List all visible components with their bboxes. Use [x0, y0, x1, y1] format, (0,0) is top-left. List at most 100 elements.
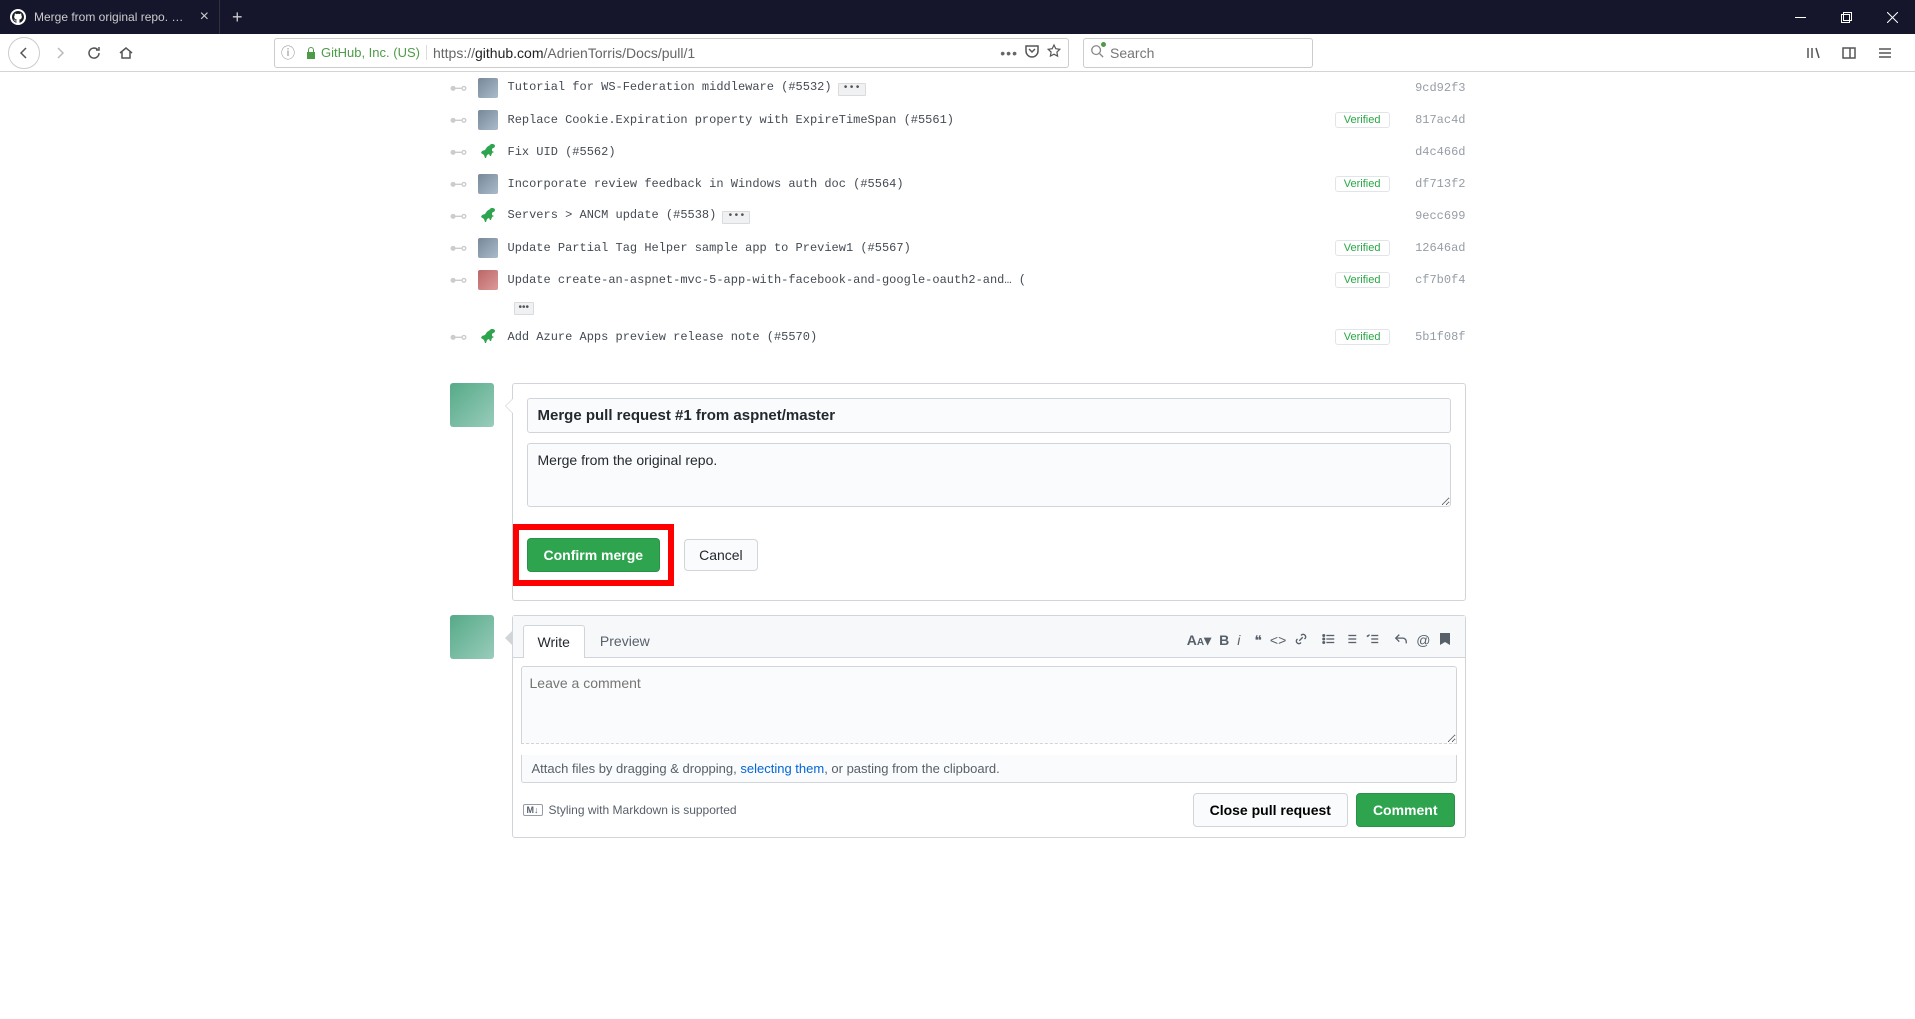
commit-row: ⊷ Fix UID (#5562)d4c466d [450, 136, 1466, 168]
library-icon[interactable] [1799, 39, 1827, 67]
quote-icon[interactable]: ❝ [1254, 632, 1262, 649]
author-avatar [478, 110, 498, 130]
url-bar[interactable]: ⓘ GitHub, Inc. (US) https://github.com/A… [274, 38, 1069, 68]
commit-hash[interactable]: 9cd92f3 [1410, 81, 1466, 95]
commit-message[interactable]: Update Partial Tag Helper sample app to … [508, 241, 1335, 255]
link-icon[interactable] [1294, 632, 1308, 649]
page-content[interactable]: ⊷ Tutorial for WS-Federation middleware (… [0, 72, 1915, 1019]
markdown-icon: M↓ [523, 804, 543, 816]
comment-toolbar: AA▾ B i ❝ <> [1187, 632, 1455, 649]
window-maximize-button[interactable] [1823, 0, 1869, 34]
commit-dot-icon: ⊷ [450, 175, 468, 193]
verified-badge: Verified [1335, 272, 1390, 288]
forward-button[interactable] [44, 37, 76, 69]
commit-hash[interactable]: df713f2 [1410, 177, 1466, 191]
commit-row: ⊷ Update create-an-aspnet-mvc-5-app-with-… [450, 264, 1466, 296]
lock-icon [305, 46, 317, 60]
bookmark-icon[interactable] [1439, 632, 1451, 649]
reply-icon[interactable] [1394, 632, 1408, 649]
url-text: https://github.com/AdrienTorris/Docs/pul… [427, 45, 1000, 61]
commit-message[interactable]: Servers > ANCM update (#5538)••• [508, 208, 1410, 224]
bookmark-star-icon[interactable] [1046, 43, 1062, 62]
commit-dot-icon: ⊷ [450, 239, 468, 257]
merge-confirm-box: Confirm merge Cancel [450, 383, 1466, 601]
page-actions-icon[interactable]: ••• [1000, 45, 1018, 61]
commit-hash[interactable]: cf7b0f4 [1410, 273, 1466, 287]
bullet-list-icon[interactable] [1322, 632, 1336, 649]
mention-icon[interactable]: @ [1416, 632, 1430, 649]
window-close-button[interactable] [1869, 0, 1915, 34]
commit-dot-icon: ⊷ [450, 328, 468, 346]
commit-hash[interactable]: d4c466d [1410, 145, 1466, 159]
commit-message[interactable]: Tutorial for WS-Federation middleware (#… [508, 80, 1410, 96]
commit-hash[interactable]: 9ecc699 [1410, 209, 1466, 223]
task-list-icon[interactable] [1366, 632, 1380, 649]
commit-message[interactable]: Incorporate review feedback in Windows a… [508, 177, 1335, 191]
browser-toolbar: ⓘ GitHub, Inc. (US) https://github.com/A… [0, 34, 1915, 72]
markdown-hint[interactable]: M↓ Styling with Markdown is supported [523, 803, 737, 817]
tab-close-button[interactable]: × [196, 8, 213, 26]
write-tab[interactable]: Write [523, 625, 585, 658]
reload-button[interactable] [80, 39, 108, 67]
author-avatar [478, 142, 498, 162]
site-info-icon[interactable]: ⓘ [281, 43, 299, 63]
commit-dot-icon: ⊷ [450, 111, 468, 129]
search-bar[interactable] [1083, 38, 1313, 68]
back-button[interactable] [8, 37, 40, 69]
italic-icon[interactable]: i [1237, 632, 1240, 649]
author-avatar [478, 327, 498, 347]
cancel-merge-button[interactable]: Cancel [684, 539, 758, 571]
author-avatar [478, 206, 498, 226]
attach-select-link[interactable]: selecting them [740, 761, 824, 776]
expand-ellipsis-button[interactable]: ••• [514, 302, 535, 315]
number-list-icon[interactable] [1344, 632, 1358, 649]
sidebar-icon[interactable] [1835, 39, 1863, 67]
bold-icon[interactable]: B [1219, 632, 1229, 649]
author-avatar [478, 174, 498, 194]
comment-textarea[interactable] [521, 666, 1457, 744]
text-size-icon[interactable]: AA▾ [1187, 632, 1211, 649]
browser-tab[interactable]: Merge from original repo. by A × [0, 0, 220, 34]
code-icon[interactable]: <> [1270, 632, 1286, 649]
user-avatar [450, 383, 494, 427]
github-favicon [10, 9, 26, 25]
preview-tab[interactable]: Preview [585, 624, 665, 657]
merge-title-input[interactable] [527, 398, 1451, 433]
menu-icon[interactable] [1871, 39, 1899, 67]
merge-description-input[interactable] [527, 443, 1451, 507]
commit-hash[interactable]: 5b1f08f [1410, 330, 1466, 344]
comment-box: Write Preview AA▾ B i ❝ <> [450, 615, 1466, 838]
commit-message[interactable]: Update create-an-aspnet-mvc-5-app-with-f… [508, 273, 1335, 287]
author-avatar [478, 270, 498, 290]
commit-hash[interactable]: 12646ad [1410, 241, 1466, 255]
commit-row: ⊷ Servers > ANCM update (#5538)•••9ecc699 [450, 200, 1466, 232]
new-tab-button[interactable]: + [220, 7, 255, 28]
tab-title: Merge from original repo. by A [34, 10, 190, 24]
pocket-icon[interactable] [1024, 43, 1040, 62]
commit-dot-icon: ⊷ [450, 271, 468, 289]
site-identity[interactable]: GitHub, Inc. (US) [299, 45, 427, 60]
confirm-merge-button[interactable]: Confirm merge [527, 538, 661, 572]
commit-hash[interactable]: 817ac4d [1410, 113, 1466, 127]
home-button[interactable] [112, 39, 140, 67]
comment-button[interactable]: Comment [1356, 793, 1455, 827]
commits-list: ⊷ Tutorial for WS-Federation middleware (… [450, 72, 1466, 353]
commit-row: ⊷ Incorporate review feedback in Windows … [450, 168, 1466, 200]
search-input[interactable] [1110, 45, 1306, 61]
commit-message[interactable]: Replace Cookie.Expiration property with … [508, 113, 1335, 127]
search-icon [1090, 44, 1104, 61]
commit-dot-icon: ⊷ [450, 207, 468, 225]
commit-message[interactable]: Add Azure Apps preview release note (#55… [508, 330, 1335, 344]
commit-message[interactable]: Fix UID (#5562) [508, 145, 1410, 159]
commit-dot-icon: ⊷ [450, 143, 468, 161]
attach-hint: Attach files by dragging & dropping, sel… [521, 755, 1457, 783]
verified-badge: Verified [1335, 112, 1390, 128]
highlight-annotation: Confirm merge [513, 524, 675, 586]
expand-ellipsis-button[interactable]: ••• [838, 83, 866, 96]
verified-badge: Verified [1335, 240, 1390, 256]
window-minimize-button[interactable] [1777, 0, 1823, 34]
commit-row: ⊷Tutorial for WS-Federation middleware (… [450, 72, 1466, 104]
user-avatar [450, 615, 494, 659]
expand-ellipsis-button[interactable]: ••• [722, 211, 750, 224]
close-pull-request-button[interactable]: Close pull request [1193, 793, 1348, 827]
